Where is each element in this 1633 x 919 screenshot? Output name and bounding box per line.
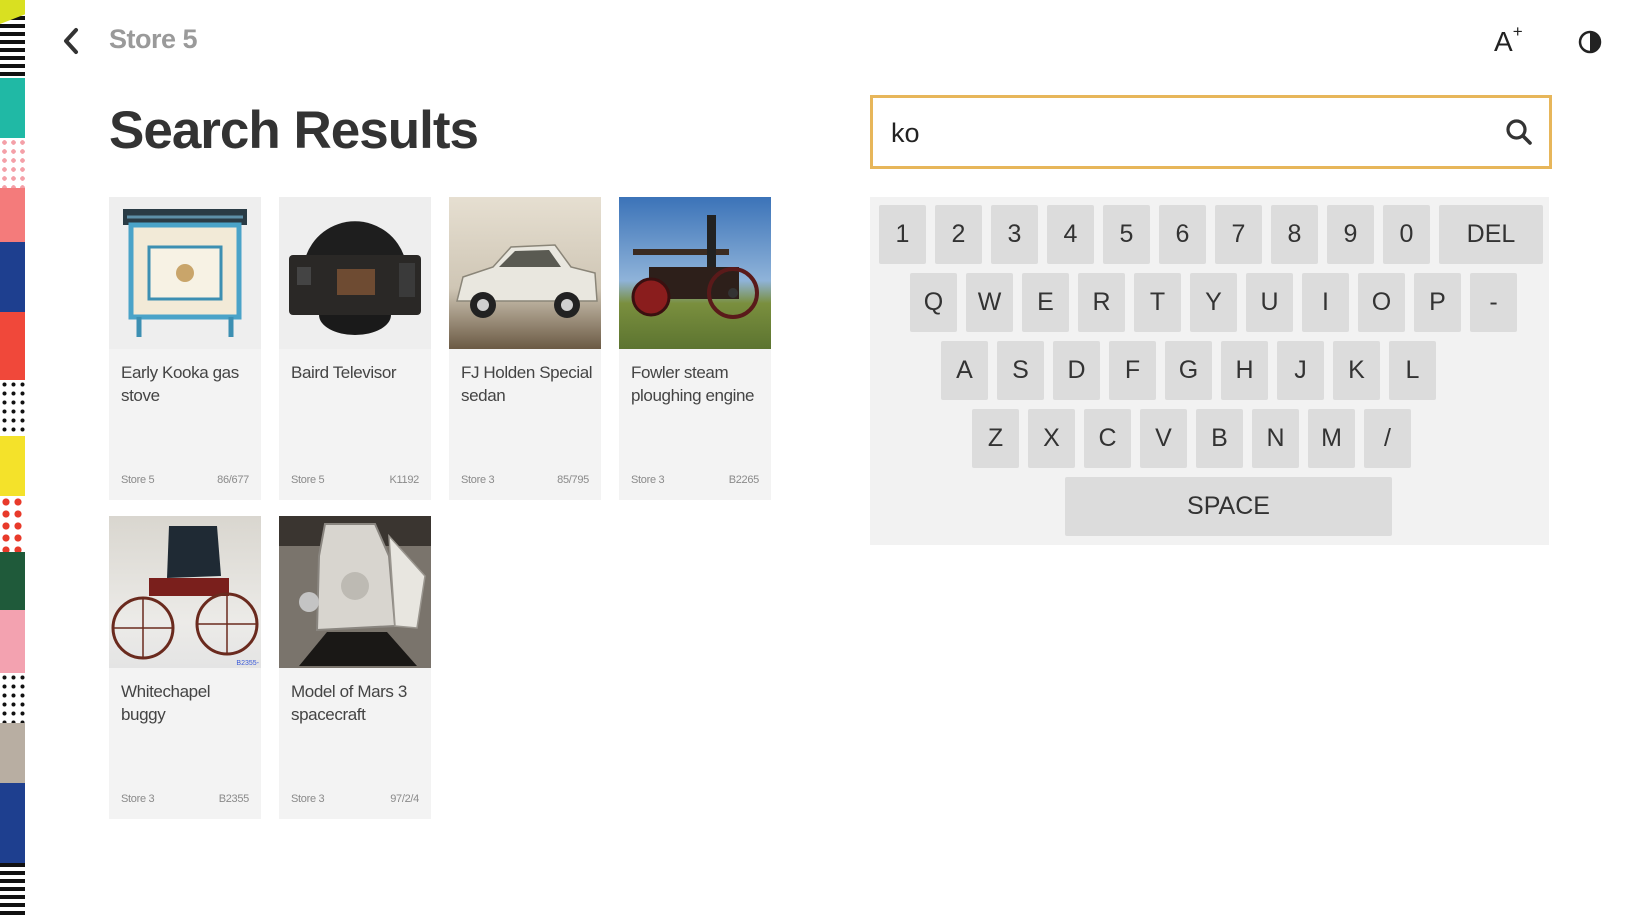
key-9[interactable]: 9 [1327,205,1374,264]
key-0[interactable]: 0 [1383,205,1430,264]
key-q[interactable]: Q [910,273,957,332]
key-e[interactable]: E [1022,273,1069,332]
back-button[interactable] [56,24,86,58]
chevron-left-icon [64,28,78,54]
result-store: Store 3 [631,474,665,486]
result-name: Whitechapel buggy [121,682,211,724]
result-store: Store 3 [291,793,325,805]
result-code: B2355 [218,793,250,805]
search-input[interactable] [889,112,1473,154]
result-code: 85/795 [557,474,589,486]
key-6[interactable]: 6 [1159,205,1206,264]
font-size-icon: A+ [1494,22,1523,58]
result-code: 97/2/4 [390,793,419,805]
page-title: Search Results [109,101,479,160]
result-store: Store 5 [291,474,325,486]
key-k[interactable]: K [1333,341,1380,400]
key-p[interactable]: P [1414,273,1461,332]
key-z[interactable]: Z [972,409,1019,468]
key-w[interactable]: W [966,273,1013,332]
search-button[interactable] [1505,118,1533,146]
result-image: B2355- [109,516,261,668]
result-code: K1192 [389,474,420,486]
result-image [619,197,771,349]
key-5[interactable]: 5 [1103,205,1150,264]
key-delete[interactable]: DEL [1439,205,1543,264]
key-f[interactable]: F [1109,341,1156,400]
result-card[interactable]: FJ Holden Special sedan Store 3 85/795 [449,197,601,500]
image-tag-label: B2355- [236,660,259,667]
key-l[interactable]: L [1389,341,1436,400]
key-o[interactable]: O [1358,273,1405,332]
result-image [449,197,601,349]
result-code: B2265 [728,474,760,486]
key-r[interactable]: R [1078,273,1125,332]
key-i[interactable]: I [1302,273,1349,332]
key-c[interactable]: C [1084,409,1131,468]
font-size-button[interactable]: A+ [1494,22,1523,58]
search-icon [1506,119,1532,145]
key-m[interactable]: M [1308,409,1355,468]
breadcrumb[interactable]: Store 5 [109,24,198,55]
key-u[interactable]: U [1246,273,1293,332]
result-card[interactable]: B2355- Whitechapel buggy Store 3 B2355 [109,516,261,819]
key-a[interactable]: A [941,341,988,400]
key-n[interactable]: N [1252,409,1299,468]
result-name: Early Kooka gas stove [121,363,239,405]
result-store: Store 3 [461,474,495,486]
key-8[interactable]: 8 [1271,205,1318,264]
key-j[interactable]: J [1277,341,1324,400]
result-card[interactable]: Baird Televisor Store 5 K1192 [279,197,431,500]
key-space[interactable]: SPACE [1065,477,1392,536]
result-store: Store 5 [121,474,155,486]
key-1[interactable]: 1 [879,205,926,264]
key-h[interactable]: H [1221,341,1268,400]
result-name: Fowler steam ploughing engine [631,363,755,405]
key-3[interactable]: 3 [991,205,1038,264]
on-screen-keyboard: 1 2 3 4 5 6 7 8 9 0 DEL Q W E R T Y U I … [870,197,1549,545]
key-x[interactable]: X [1028,409,1075,468]
result-name: FJ Holden Special sedan [461,363,593,405]
result-store: Store 3 [121,793,155,805]
key-b[interactable]: B [1196,409,1243,468]
result-card[interactable]: Fowler steam ploughing engine Store 3 B2… [619,197,771,500]
result-image [279,197,431,349]
key-t[interactable]: T [1134,273,1181,332]
result-card[interactable]: Early Kooka gas stove Store 5 86/677 [109,197,261,500]
contrast-icon [1578,30,1602,54]
key-hyphen[interactable]: - [1470,273,1517,332]
result-name: Model of Mars 3 spacecraft [291,682,407,724]
result-name: Baird Televisor [291,363,397,382]
key-d[interactable]: D [1053,341,1100,400]
key-v[interactable]: V [1140,409,1187,468]
result-image [279,516,431,668]
key-s[interactable]: S [997,341,1044,400]
key-slash[interactable]: / [1364,409,1411,468]
search-box [870,95,1552,169]
key-y[interactable]: Y [1190,273,1237,332]
decorative-strip [0,0,25,919]
result-code: 86/677 [217,474,249,486]
key-7[interactable]: 7 [1215,205,1262,264]
key-2[interactable]: 2 [935,205,982,264]
contrast-button[interactable] [1578,30,1602,54]
result-card[interactable]: Model of Mars 3 spacecraft Store 3 97/2/… [279,516,431,819]
result-image [109,197,261,349]
key-g[interactable]: G [1165,341,1212,400]
key-4[interactable]: 4 [1047,205,1094,264]
